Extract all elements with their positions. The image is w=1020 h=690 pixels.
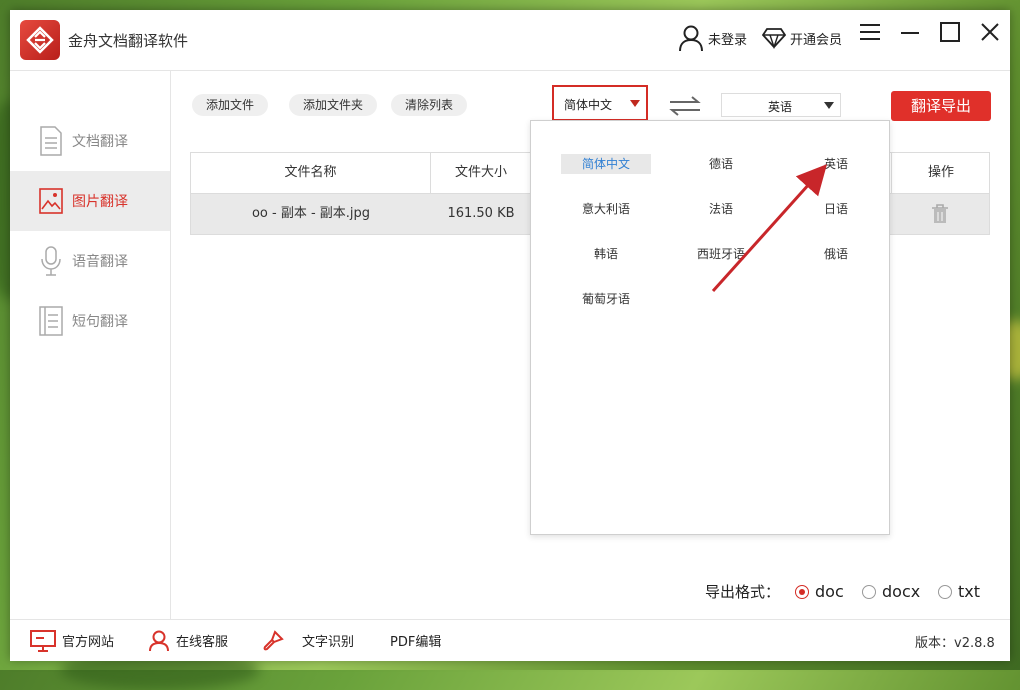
sidebar-item-label: 文档翻译	[72, 134, 128, 150]
delete-button[interactable]	[891, 194, 989, 234]
chevron-down-icon	[630, 100, 640, 107]
hamburger-icon	[860, 24, 880, 40]
minimize-button[interactable]	[896, 18, 924, 46]
support-person-icon	[149, 630, 169, 651]
radio-icon	[862, 584, 876, 599]
language-option[interactable]: 葡萄牙语	[561, 289, 651, 309]
format-radio-txt[interactable]: txt	[938, 582, 980, 601]
document-icon	[38, 126, 64, 156]
menu-button[interactable]	[856, 18, 884, 46]
target-language-select[interactable]: 英语	[721, 93, 841, 117]
sidebar-item-label: 语音翻译	[72, 254, 128, 270]
sidebar-item-label: 短句翻译	[72, 314, 128, 330]
format-option-label: txt	[958, 582, 981, 601]
minimize-icon	[901, 32, 919, 34]
footer-bar: 官方网站 在线客服 文字识别 PDF编辑 版本：v2.8.8	[10, 619, 1010, 661]
user-icon	[679, 25, 703, 52]
source-language-select[interactable]: 简体中文	[552, 85, 648, 121]
app-window: 金舟文档翻译软件 未登录 开通会员 文档翻译 图片翻译 语音翻译 短句翻译 添加…	[10, 10, 1010, 661]
maximize-button[interactable]	[936, 18, 964, 46]
format-radio-doc[interactable]: doc	[795, 582, 844, 601]
column-header-name: 文件名称	[191, 153, 431, 193]
language-dropdown: 简体中文 德语 英语 意大利语 法语 日语 韩语 西班牙语 俄语 葡萄牙语	[530, 120, 890, 535]
close-button[interactable]	[976, 18, 1004, 46]
vip-button[interactable]: 开通会员	[762, 18, 842, 58]
sidebar: 文档翻译 图片翻译 语音翻译 短句翻译	[10, 71, 171, 619]
footer-link-label: PDF编辑	[390, 635, 442, 650]
vip-label: 开通会员	[790, 32, 843, 48]
brush-icon	[263, 629, 284, 650]
language-option[interactable]: 意大利语	[561, 199, 651, 219]
image-icon	[38, 186, 64, 216]
column-header-size: 文件大小	[431, 153, 532, 193]
online-support-link[interactable]: 在线客服	[148, 620, 228, 661]
sidebar-item-image-translate[interactable]: 图片翻译	[10, 171, 170, 231]
official-website-link[interactable]: 官方网站	[30, 620, 114, 661]
format-option-label: docx	[882, 582, 921, 601]
swap-languages-button[interactable]	[668, 96, 702, 120]
file-size-cell: 161.50 KB	[447, 206, 515, 221]
login-status: 未登录	[708, 32, 748, 48]
version-text: 版本：v2.8.8	[915, 636, 995, 651]
add-folder-button[interactable]: 添加文件夹	[289, 94, 378, 116]
language-option[interactable]: 简体中文	[561, 154, 651, 174]
add-file-button[interactable]: 添加文件	[192, 94, 269, 116]
source-language-value: 简体中文	[564, 98, 613, 112]
app-title: 金舟文档翻译软件	[68, 32, 189, 50]
footer-link-label: 文字识别	[302, 635, 355, 650]
notes-icon	[38, 306, 64, 336]
annotation-arrow-icon	[711, 164, 828, 293]
clear-list-button[interactable]: 清除列表	[391, 94, 468, 116]
trash-icon	[932, 204, 948, 223]
sidebar-item-label: 图片翻译	[72, 194, 128, 210]
radio-icon	[938, 584, 952, 599]
sidebar-item-document-translate[interactable]: 文档翻译	[10, 111, 170, 171]
translate-export-button[interactable]: 翻译导出	[891, 91, 991, 121]
target-language-value: 英语	[768, 100, 793, 114]
app-logo-icon	[20, 20, 60, 60]
export-format-label: 导出格式：	[705, 583, 781, 601]
maximize-icon	[940, 22, 960, 42]
column-header-action: 操作	[891, 153, 990, 193]
footer-link-label: 在线客服	[176, 635, 229, 650]
radio-selected-icon	[795, 584, 809, 599]
login-button[interactable]: 未登录	[678, 18, 747, 58]
sidebar-item-sentence-translate[interactable]: 短句翻译	[10, 291, 170, 351]
sidebar-item-voice-translate[interactable]: 语音翻译	[10, 231, 170, 291]
language-option[interactable]: 韩语	[561, 244, 651, 264]
format-option-label: doc	[815, 582, 844, 601]
microphone-icon	[38, 246, 64, 276]
monitor-icon	[30, 629, 56, 652]
title-bar: 金舟文档翻译软件 未登录 开通会员	[10, 10, 1010, 71]
swap-icon	[669, 96, 701, 116]
footer-link-label: 官方网站	[62, 635, 115, 650]
diamond-icon	[762, 28, 786, 49]
ocr-link[interactable]: 文字识别	[262, 620, 354, 661]
chevron-down-icon	[824, 102, 834, 109]
pdf-edit-link[interactable]: PDF编辑	[384, 620, 441, 661]
format-radio-docx[interactable]: docx	[862, 582, 920, 601]
file-name-cell: oo - 副本 - 副本.jpg	[251, 206, 371, 221]
close-icon	[981, 23, 999, 41]
